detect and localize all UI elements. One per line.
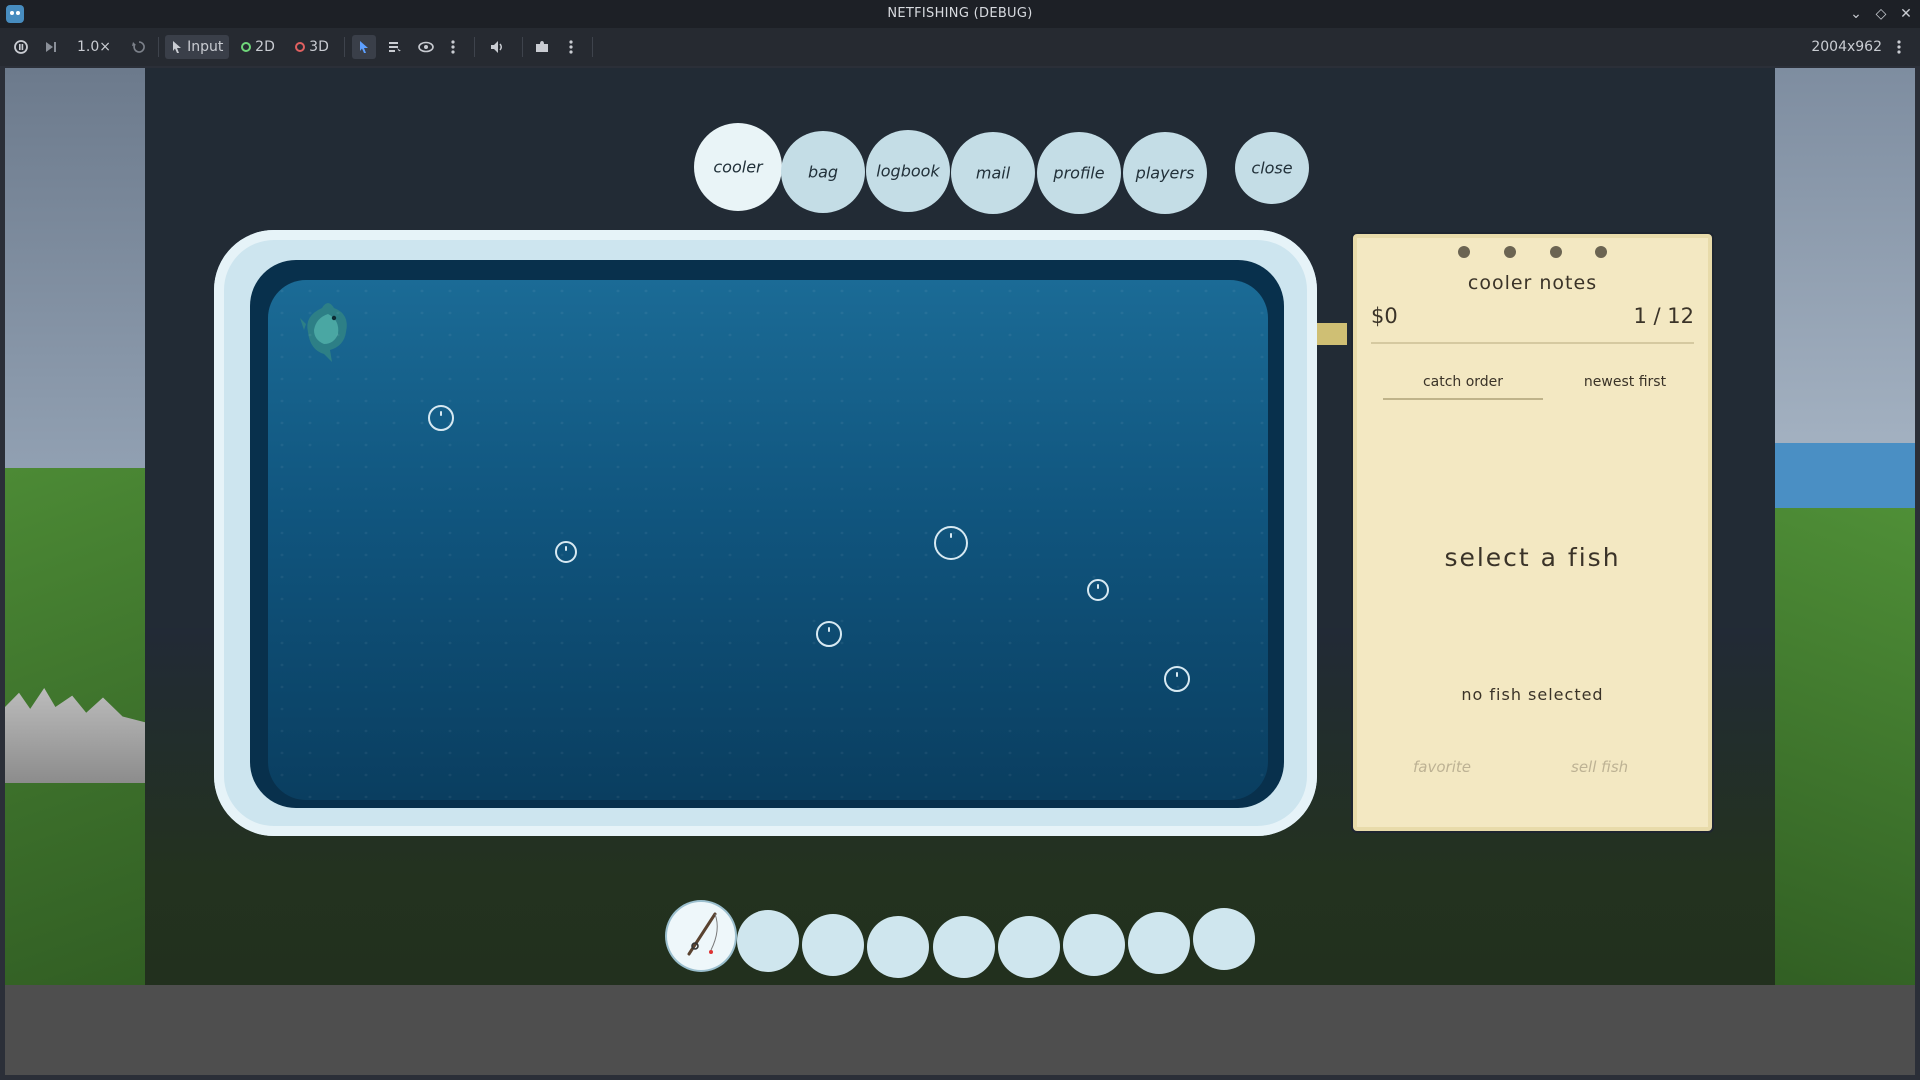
3d-node-icon (295, 42, 306, 52)
mode-2d-label: 2D (255, 39, 275, 55)
hotbar-slot-5[interactable] (933, 916, 995, 978)
speaker-icon (491, 41, 502, 53)
divider (1371, 342, 1694, 344)
cooler-notes-card: cooler notes $0 1 / 12 catch order newes… (1353, 234, 1712, 831)
tab-label: logbook (876, 161, 940, 181)
reset-icon (132, 41, 145, 53)
game-viewport: cooler bag logbook mail profile players … (5, 68, 1915, 985)
bubble (1164, 666, 1190, 692)
select-mode-button[interactable] (352, 35, 376, 59)
world-sky (1775, 68, 1915, 448)
binder-hole (1550, 246, 1562, 258)
eye-icon (418, 41, 434, 53)
tab-label: bag (807, 162, 839, 182)
next-frame-button[interactable] (40, 35, 62, 59)
input-label: Input (187, 39, 224, 55)
fish-icon[interactable] (300, 294, 358, 364)
mute-audio-button[interactable] (486, 35, 510, 59)
binder-hole (1504, 246, 1516, 258)
embed-more-button[interactable] (564, 35, 578, 59)
hotbar-slot-2[interactable] (737, 910, 799, 972)
tank-side-tab (1317, 323, 1347, 345)
hotbar-slot-4[interactable] (867, 916, 929, 978)
2d-node-icon (241, 42, 252, 52)
next-frame-icon (46, 42, 56, 52)
tab-players[interactable]: players (1123, 132, 1207, 214)
minimize-icon[interactable]: ⌄ (1846, 4, 1866, 24)
bubble (428, 405, 454, 431)
fishing-rod-icon (687, 912, 718, 956)
world-sky (5, 68, 145, 488)
tab-mail[interactable]: mail (951, 132, 1035, 214)
tab-logbook[interactable]: logbook (866, 130, 950, 212)
time-scale-button[interactable]: 1.0× (72, 35, 116, 59)
list-select-icon (389, 42, 401, 53)
sort-newest-first[interactable]: newest first (1565, 374, 1685, 390)
select-fish-prompt: select a fish (1444, 543, 1621, 572)
bubble (555, 541, 577, 563)
select-arrow-icon (360, 41, 368, 53)
toolbar-separator (158, 37, 159, 57)
kebab-menu-icon (569, 40, 573, 54)
favorite-button[interactable]: favorite (1413, 758, 1471, 776)
pointer-icon (172, 41, 181, 53)
editor-bottom-panel (5, 985, 1915, 1075)
close-button[interactable]: close (1235, 132, 1309, 204)
tab-bag[interactable]: bag (781, 131, 865, 213)
maximize-icon[interactable]: ◇ (1871, 4, 1891, 24)
tab-label: mail (975, 163, 1011, 183)
hotbar-slot-7[interactable] (1063, 914, 1125, 976)
puzzle-icon (536, 41, 548, 52)
kebab-menu-icon (451, 40, 455, 54)
bubble (934, 526, 968, 560)
hotbar-slot-3[interactable] (802, 914, 864, 976)
reset-speed-button[interactable] (128, 35, 150, 59)
close-icon[interactable]: ✕ (1896, 4, 1916, 24)
mode-3d-button[interactable]: 3D (290, 35, 334, 59)
toolbar-separator (474, 37, 475, 57)
mode-2d-button[interactable]: 2D (236, 35, 280, 59)
sell-fish-button[interactable]: sell fish (1571, 758, 1628, 776)
binder-hole (1458, 246, 1470, 258)
window-title: NETFISHING (DEBUG) (887, 6, 1033, 21)
list-select-button[interactable] (384, 35, 406, 59)
binder-hole (1595, 246, 1607, 258)
toolbar-separator (522, 37, 523, 57)
hotbar-slot-6[interactable] (998, 916, 1060, 978)
tab-cooler[interactable]: cooler (694, 123, 782, 211)
kebab-menu-icon (1897, 40, 1901, 54)
cooler-tank-water (268, 280, 1268, 800)
input-toggle-button[interactable]: Input (165, 35, 229, 59)
close-label: close (1251, 158, 1293, 178)
tab-profile[interactable]: profile (1037, 132, 1121, 214)
selection-status: no fish selected (1461, 685, 1604, 704)
notes-heading: cooler notes (1467, 272, 1598, 294)
pause-icon (14, 40, 28, 54)
toolbar-separator (344, 37, 345, 57)
camera-override-button[interactable] (414, 35, 438, 59)
bubble (816, 621, 842, 647)
viewport-resolution: 2004x962 (1811, 39, 1882, 55)
fish-count: 1 / 12 (1633, 304, 1694, 328)
bubble (1087, 579, 1109, 601)
hotbar-slot-1[interactable] (667, 902, 735, 970)
suspend-button[interactable] (10, 35, 32, 59)
more-options-button[interactable] (446, 35, 460, 59)
hotbar-slot-9[interactable] (1193, 908, 1255, 970)
embed-options-button[interactable] (530, 35, 554, 59)
title-bar: NETFISHING (DEBUG) ⌄ ◇ ✕ (0, 0, 1920, 28)
mode-3d-label: 3D (309, 39, 329, 55)
tab-label: profile (1053, 163, 1105, 183)
sort-catch-order[interactable]: catch order (1383, 374, 1543, 400)
world-grass (1775, 508, 1915, 985)
tab-label: players (1135, 163, 1195, 183)
tab-label: cooler (713, 157, 763, 177)
debug-toolbar: 1.0× Input 2D 3D 2004x962 (0, 28, 1920, 66)
money-value: $0 (1371, 304, 1398, 328)
window-options-button[interactable] (1890, 35, 1908, 59)
hotbar-slot-8[interactable] (1128, 912, 1190, 974)
toolbar-separator (592, 37, 593, 57)
